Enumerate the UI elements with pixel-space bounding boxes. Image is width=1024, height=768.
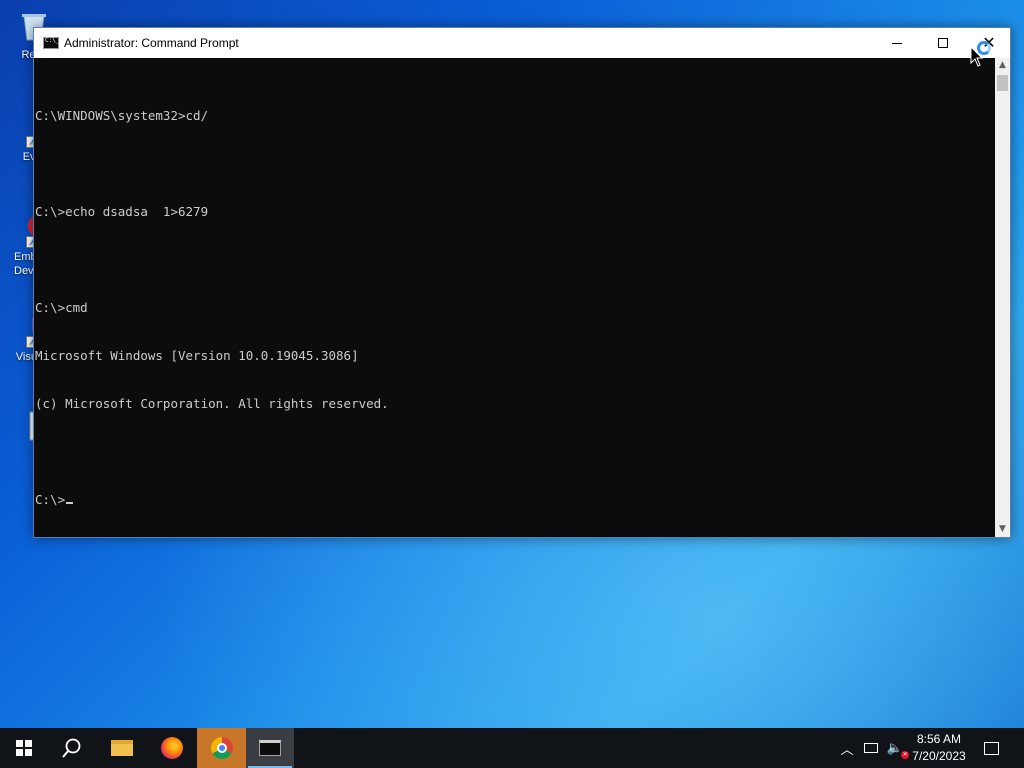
windows-logo-icon	[16, 740, 32, 756]
cmd-icon	[43, 37, 59, 49]
console-prompt-line[interactable]: C:\>	[35, 492, 995, 508]
chrome-icon	[210, 737, 233, 759]
action-center-button[interactable]	[978, 728, 1004, 768]
taskbar: ︿ 🔈 ✕ 8:56 AM 7/20/2023	[0, 728, 1024, 768]
console-prompt: C:\>	[35, 492, 66, 507]
maximize-button[interactable]	[920, 28, 966, 58]
notification-icon	[983, 741, 999, 755]
command-prompt-window[interactable]: Administrator: Command Prompt ✕ C:\WINDO…	[33, 27, 1011, 538]
show-hidden-icons-button[interactable]: ︿	[836, 728, 858, 768]
taskbar-chrome[interactable]	[197, 728, 246, 768]
scroll-up-button[interactable]: ▲	[995, 58, 1010, 73]
maximize-icon	[938, 38, 948, 48]
volume-button[interactable]: 🔈 ✕	[884, 728, 910, 768]
cmd-icon	[259, 740, 281, 756]
window-titlebar[interactable]: Administrator: Command Prompt ✕	[34, 28, 1010, 58]
firefox-icon	[161, 737, 183, 759]
busy-spinner-icon	[977, 41, 991, 55]
volume-muted-icon: 🔈 ✕	[886, 740, 910, 759]
scroll-thumb[interactable]	[997, 75, 1008, 91]
search-icon	[62, 738, 81, 758]
console-line: (c) Microsoft Corporation. All rights re…	[35, 396, 389, 411]
taskbar-file-explorer[interactable]	[98, 728, 146, 768]
vertical-scrollbar[interactable]: ▲ ▼	[995, 58, 1010, 537]
network-icon	[864, 743, 878, 753]
taskbar-firefox[interactable]	[148, 728, 196, 768]
taskbar-command-prompt[interactable]	[246, 728, 294, 768]
clock-date: 7/20/2023	[912, 749, 966, 763]
console-line: C:\WINDOWS\system32>cd/	[35, 108, 209, 123]
folder-icon	[111, 740, 133, 756]
text-cursor	[66, 502, 74, 504]
window-title: Administrator: Command Prompt	[64, 36, 239, 50]
minimize-button[interactable]	[874, 28, 920, 58]
console-line: Microsoft Windows [Version 10.0.19045.30…	[35, 348, 359, 363]
network-button[interactable]	[860, 728, 882, 768]
console-output[interactable]: C:\WINDOWS\system32>cd/ C:\>echo dsadsa …	[34, 58, 995, 537]
console-line: C:\>echo dsadsa 1>6279	[35, 204, 209, 219]
minimize-icon	[892, 42, 902, 44]
search-button[interactable]	[48, 728, 96, 768]
scroll-down-button[interactable]: ▼	[995, 522, 1010, 537]
console-line: C:\>cmd	[35, 300, 88, 315]
start-button[interactable]	[0, 728, 48, 768]
clock-time: 8:56 AM	[916, 732, 962, 746]
chevron-up-icon: ︿	[840, 742, 854, 758]
taskbar-clock[interactable]: 8:56 AM 7/20/2023	[906, 731, 972, 767]
